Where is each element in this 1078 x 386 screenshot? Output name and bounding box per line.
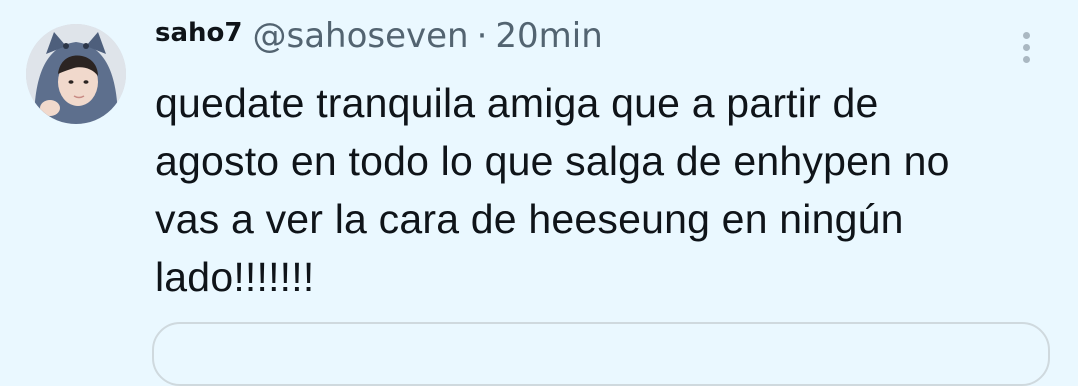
display-name[interactable]: saho7 xyxy=(155,18,242,48)
tweet-header: saho7 @sahoseven · 20min xyxy=(155,16,603,56)
avatar-image xyxy=(26,24,126,124)
timestamp[interactable]: 20min xyxy=(495,16,602,56)
tweet-text: quedate tranquila amiga que a partir de … xyxy=(155,80,950,300)
user-handle[interactable]: @sahoseven xyxy=(252,16,468,56)
quote-card[interactable] xyxy=(152,322,1050,386)
separator-dot: · xyxy=(476,16,488,56)
avatar[interactable] xyxy=(26,24,126,124)
more-vertical-icon[interactable] xyxy=(1020,32,1032,66)
tweet[interactable]: saho7 @sahoseven · 20min quedate tranqui… xyxy=(0,0,1078,386)
